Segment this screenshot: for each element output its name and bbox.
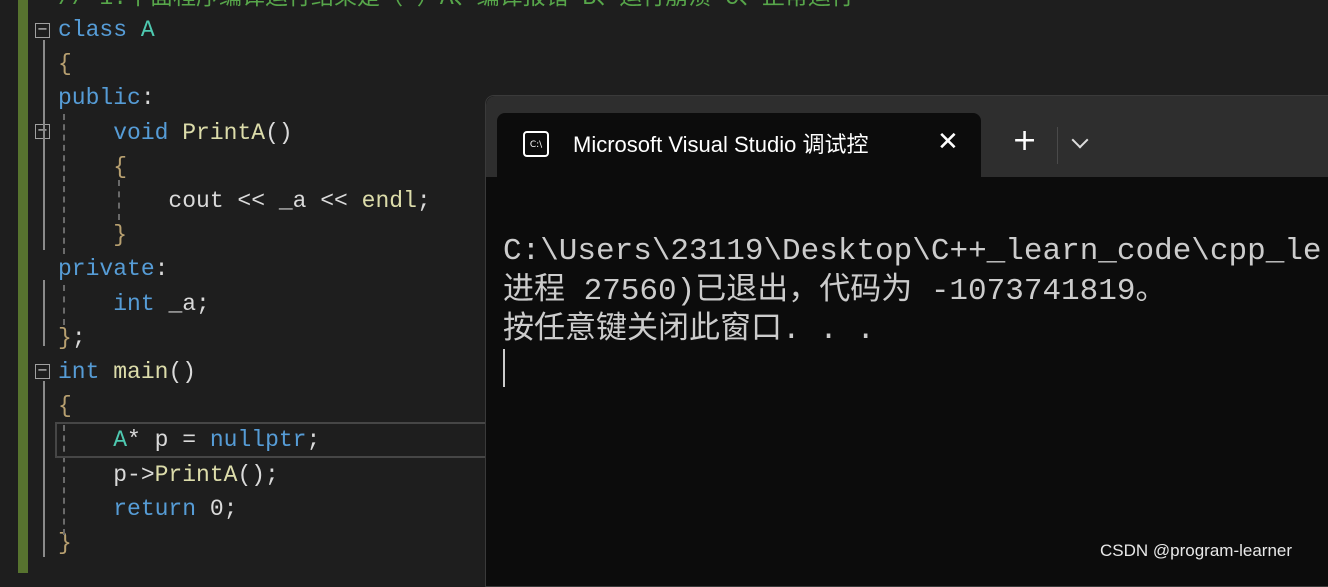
chevron-down-icon[interactable] xyxy=(1071,131,1089,149)
code-token: return xyxy=(113,495,197,522)
code-token: _a; xyxy=(154,290,210,317)
code-token: } xyxy=(58,324,72,351)
indent-guide xyxy=(63,114,65,254)
code-token: : xyxy=(154,256,169,283)
code-line: { xyxy=(58,47,72,81)
code-token: () xyxy=(265,119,293,146)
code-line: p->PrintA(); xyxy=(58,458,279,492)
indent-guide xyxy=(63,285,65,325)
code-line: } xyxy=(58,218,127,252)
code-token: cout << xyxy=(58,188,279,214)
code-token: () xyxy=(168,359,197,385)
code-line: int main() xyxy=(58,355,196,389)
code-token: class xyxy=(58,17,128,43)
code-token: void xyxy=(113,119,169,146)
code-token: int xyxy=(113,290,155,317)
code-token: _a xyxy=(278,188,307,214)
fold-guide xyxy=(43,40,45,250)
code-token: { xyxy=(113,153,128,180)
fold-guide xyxy=(43,381,45,557)
fold-toggle-icon[interactable]: − xyxy=(35,23,50,38)
terminal-output-line: 按任意键关闭此窗口. . . xyxy=(503,313,876,348)
current-line-highlight xyxy=(55,422,499,458)
code-token: 0; xyxy=(196,495,238,522)
terminal-output-line: C:\Users\23119\Desktop\C++_learn_code\cp… xyxy=(503,234,1322,269)
change-marker-bar xyxy=(18,0,28,573)
divider xyxy=(1057,127,1058,164)
terminal-output-line: 进程 27560)已退出，代码为 -1073741819。 xyxy=(503,274,1167,309)
code-line: return 0; xyxy=(58,492,237,526)
code-token: ; xyxy=(71,324,86,351)
code-token: public xyxy=(58,85,141,112)
code-line: public: xyxy=(58,81,155,115)
code-token: p-> xyxy=(58,461,155,488)
comment-line: // 1.下面程序编译运行结果是（ ）A、编译报错 B、运行崩溃 C、正常运行 xyxy=(58,0,854,15)
console-icon: C:\ xyxy=(523,131,549,157)
code-token: : xyxy=(140,85,155,112)
code-line: { xyxy=(58,389,72,423)
fold-toggle-icon[interactable]: − xyxy=(35,364,50,379)
code-line: cout << _a << endl; xyxy=(58,184,431,218)
code-token: main xyxy=(113,359,169,385)
code-line: { xyxy=(58,150,127,184)
code-token: A xyxy=(140,17,155,43)
watermark: CSDN @program-learner xyxy=(1100,541,1293,560)
terminal-tab[interactable]: C:\ Microsoft Visual Studio 调试控 ✕ xyxy=(497,113,981,177)
code-token: ; xyxy=(416,188,431,214)
code-token: { xyxy=(58,51,72,78)
close-tab-button[interactable]: ✕ xyxy=(937,127,959,157)
code-token: PrintA xyxy=(154,461,238,488)
new-tab-button[interactable]: + xyxy=(1012,126,1037,156)
code-line: class A xyxy=(58,13,155,47)
indent-guide xyxy=(118,180,120,220)
code-line: void PrintA() xyxy=(58,116,293,150)
tab-title: Microsoft Visual Studio 调试控 xyxy=(573,132,869,157)
code-token: } xyxy=(113,222,128,249)
code-token: private xyxy=(58,256,155,283)
code-line: private: xyxy=(58,252,168,286)
code-token: endl xyxy=(361,188,417,214)
text-cursor xyxy=(503,349,505,387)
terminal-window[interactable]: C:\ Microsoft Visual Studio 调试控 ✕ + C:\U… xyxy=(485,95,1328,587)
code-token: << xyxy=(306,188,362,214)
code-token: int xyxy=(58,359,100,385)
fold-guide xyxy=(43,280,45,346)
code-token: { xyxy=(58,393,72,420)
terminal-tab-bar: C:\ Microsoft Visual Studio 调试控 ✕ + xyxy=(486,96,1328,177)
code-token: PrintA xyxy=(182,119,266,146)
code-token: (); xyxy=(237,461,279,488)
code-line: }; xyxy=(58,321,86,355)
code-line: int _a; xyxy=(58,287,210,321)
